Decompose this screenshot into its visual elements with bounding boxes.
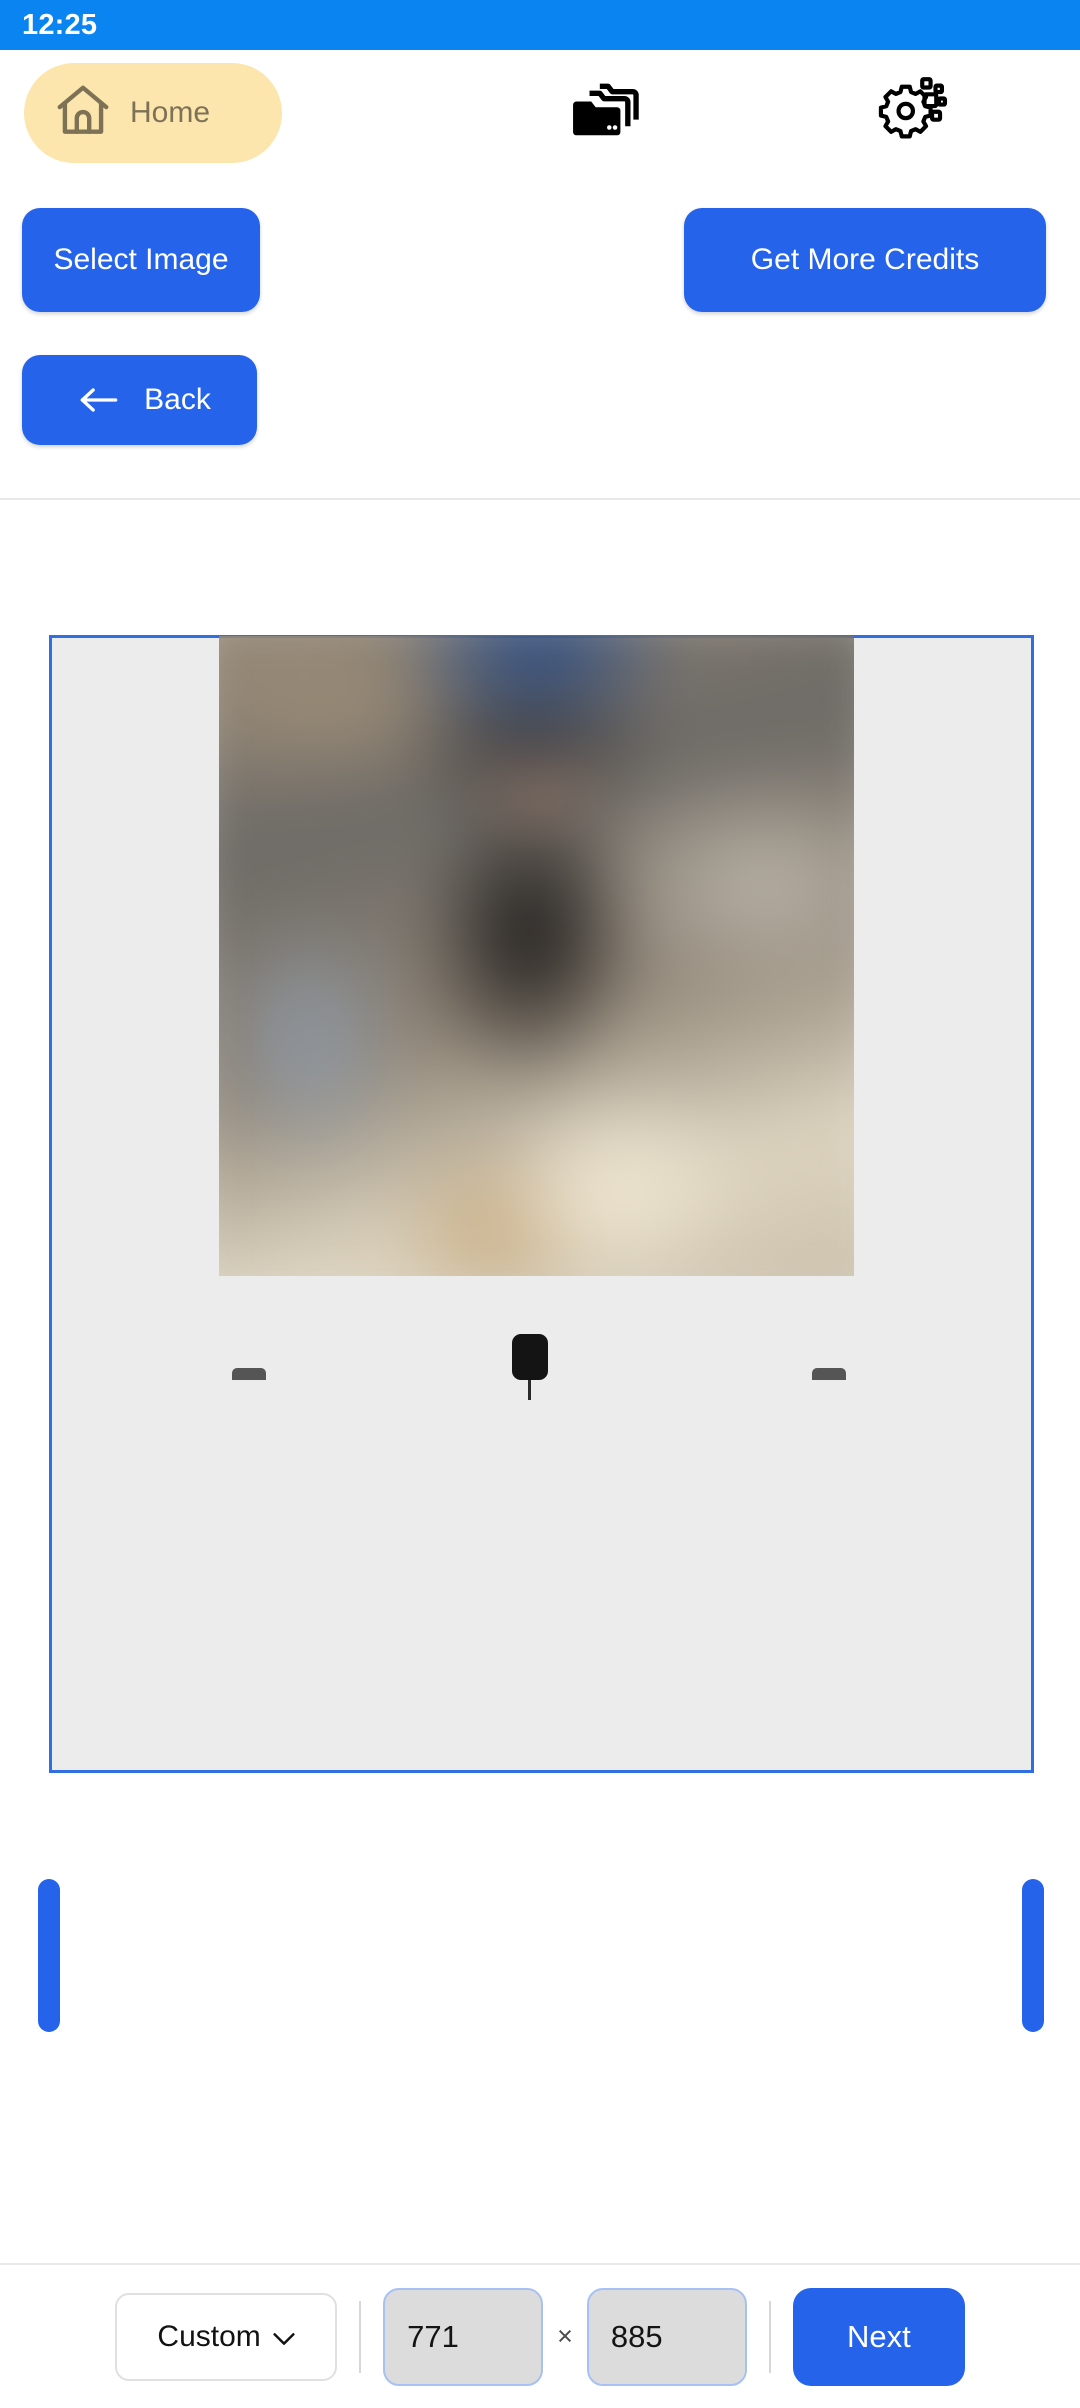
- action-button-bar: Select Image Get More Credits Back: [0, 190, 1080, 445]
- nav-item-home[interactable]: Home: [24, 63, 282, 163]
- get-more-credits-button[interactable]: Get More Credits: [684, 208, 1046, 312]
- folders-stack-icon: [571, 80, 641, 147]
- app-root: 12:25 Home Select Image Get More Credits…: [0, 0, 1080, 2408]
- image-corner-tab-left: [232, 1368, 266, 1380]
- chevron-down-icon: [273, 2320, 295, 2354]
- nav-item-settings[interactable]: [862, 63, 962, 163]
- nav-item-home-label: Home: [130, 96, 211, 129]
- home-icon: [52, 80, 114, 147]
- image-corner-tab-right: [812, 1368, 846, 1380]
- back-button-label: Back: [144, 383, 211, 416]
- top-nav: Home: [0, 50, 1080, 190]
- top-marker-icon: [512, 1334, 548, 1380]
- arrow-left-icon: [76, 377, 122, 423]
- crop-handle-left[interactable]: [38, 1879, 60, 2032]
- aspect-preset-label: Custom: [157, 2319, 261, 2353]
- crop-canvas[interactable]: [0, 500, 1080, 2263]
- toolbar-separator-1: [359, 2300, 362, 2373]
- source-image-bitmap: [219, 636, 854, 1276]
- nav-item-folders[interactable]: [556, 63, 656, 163]
- source-image[interactable]: [219, 636, 854, 1276]
- back-button[interactable]: Back: [22, 355, 257, 445]
- crop-handle-right[interactable]: [1022, 1879, 1044, 2032]
- toolbar-separator-2: [768, 2300, 771, 2373]
- gear-settings-icon: [875, 75, 949, 152]
- status-bar-clock: 12:25: [22, 8, 98, 41]
- select-image-button[interactable]: Select Image: [22, 208, 260, 312]
- next-button[interactable]: Next: [792, 2287, 965, 2386]
- status-bar: 12:25: [0, 0, 1080, 50]
- height-input[interactable]: [586, 2287, 747, 2386]
- top-marker-stem: [528, 1378, 531, 1400]
- dimension-multiply-symbol: ×: [557, 2321, 573, 2351]
- bottom-toolbar: Custom × Next: [0, 2263, 1080, 2408]
- aspect-preset-select[interactable]: Custom: [115, 2292, 338, 2381]
- width-input[interactable]: [383, 2287, 544, 2386]
